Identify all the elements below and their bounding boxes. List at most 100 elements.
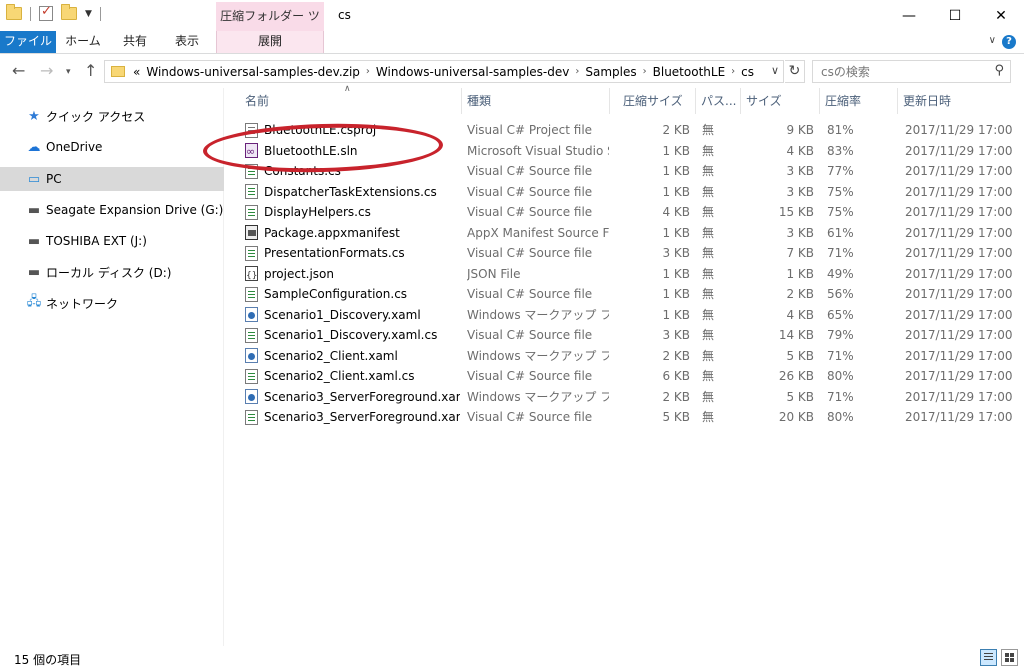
nav-item[interactable]: 🖧 ネットワーク (0, 291, 224, 315)
back-arrow-icon[interactable]: ← (12, 61, 25, 80)
chevron-down-icon[interactable]: ∨ (771, 64, 779, 77)
nav-item-label: Seagate Expansion Drive (G:) (46, 203, 224, 217)
file-name-cell[interactable]: BluetoothLE.csproj (245, 120, 460, 140)
file-name-cell[interactable]: Scenario2_Client.xaml.cs (245, 366, 460, 386)
details-view-icon[interactable] (980, 649, 997, 666)
forward-arrow-icon[interactable]: → (40, 61, 53, 80)
chevron-right-icon[interactable]: › (731, 66, 735, 77)
file-type: Visual C# Source file (467, 328, 593, 342)
breadcrumb-item[interactable]: BluetoothLE (653, 65, 726, 79)
nav-item[interactable]: ▬ TOSHIBA EXT (J:) (0, 229, 224, 253)
modified-date: 2017/11/29 17:00 (905, 328, 1013, 342)
tab-view[interactable]: 表示 (164, 31, 210, 53)
file-row[interactable]: PresentationFormats.cs Visual C# Source f… (240, 243, 1013, 263)
nav-item[interactable]: ☁ OneDrive (0, 135, 224, 159)
file-row[interactable]: Scenario1_Discovery.xaml Windows マークアップ フ… (240, 305, 1013, 325)
column-header-size[interactable]: サイズ (741, 88, 820, 114)
nav-item[interactable]: ▬ Seagate Expansion Drive (G:) (0, 198, 224, 222)
file-csproj-icon (245, 122, 258, 138)
file-type: Visual C# Project file (467, 123, 593, 137)
minimize-button[interactable]: — (886, 0, 932, 31)
new-folder-icon[interactable] (61, 4, 77, 20)
column-header-type[interactable]: 種類 (462, 88, 610, 114)
star-icon: ★ (28, 108, 40, 124)
nav-item-label: TOSHIBA EXT (J:) (46, 234, 147, 248)
file-row[interactable]: Scenario1_Discovery.xaml.cs Visual C# Sou… (240, 325, 1013, 345)
quick-access-toolbar: ▼ (6, 4, 101, 21)
file-row[interactable]: SampleConfiguration.cs Visual C# Source f… (240, 284, 1013, 304)
file-row[interactable]: Scenario2_Client.xaml Windows マークアップ ファイル… (240, 346, 1013, 366)
file-name-cell[interactable]: Constants.cs (245, 161, 460, 181)
tab-share[interactable]: 共有 (112, 31, 158, 53)
help-icon[interactable]: ? (1002, 35, 1016, 49)
file-cs-icon (245, 368, 258, 384)
file-name-cell[interactable]: PresentationFormats.cs (245, 243, 460, 263)
nav-item[interactable]: ★ クイック アクセス (0, 104, 224, 128)
password-protected: 無 (702, 143, 715, 158)
file-row[interactable]: DispatcherTaskExtensions.cs Visual C# Sou… (240, 182, 1013, 202)
chevron-right-icon[interactable]: › (643, 66, 647, 77)
password-protected: 無 (702, 123, 715, 137)
file-row[interactable]: Package.appxmanifest AppX Manifest Source… (240, 223, 1013, 243)
file-name-cell[interactable]: Package.appxmanifest (245, 223, 460, 243)
customize-toolbar-icon[interactable]: ▼ (85, 9, 92, 19)
tab-home[interactable]: ホーム (60, 31, 106, 53)
up-arrow-icon[interactable]: ↑ (84, 61, 97, 80)
file-row[interactable]: DisplayHelpers.cs Visual C# Source file 4 … (240, 202, 1013, 222)
window-title: cs (338, 8, 351, 22)
search-input[interactable] (821, 62, 991, 82)
file-size: 26 KB (778, 369, 814, 383)
search-icon[interactable]: ⚲ (994, 63, 1004, 78)
file-row[interactable]: project.json JSON File 1 KB 無 1 KB 49% 2017/11… (240, 264, 1013, 284)
column-header-password[interactable]: パス... (696, 88, 741, 114)
file-name-cell[interactable]: Scenario3_ServerForeground.xaml (245, 387, 460, 407)
file-name-cell[interactable]: Scenario1_Discovery.xaml.cs (245, 325, 460, 345)
file-name-cell[interactable]: BluetoothLE.sln (245, 141, 460, 161)
file-row[interactable]: BluetoothLE.csproj Visual C# Project file… (240, 120, 1013, 140)
breadcrumb-overflow[interactable]: « (133, 65, 140, 79)
nav-item-label: OneDrive (46, 140, 103, 154)
tab-extract[interactable]: 展開 (216, 31, 324, 53)
breadcrumb-item[interactable]: cs (741, 65, 754, 79)
file-size: 2 KB (786, 287, 814, 301)
nav-item[interactable]: ▬ ローカル ディスク (D:) (0, 260, 224, 284)
column-header-compressed-size[interactable]: 圧縮サイズ (618, 88, 696, 114)
column-header-date[interactable]: 更新日時 (898, 88, 1008, 114)
breadcrumb-item[interactable]: Windows-universal-samples-dev.zip (146, 65, 360, 79)
recent-locations-icon[interactable]: ▾ (66, 67, 71, 77)
properties-icon[interactable] (39, 4, 53, 21)
refresh-icon[interactable]: ↻ (785, 60, 805, 83)
file-name-cell[interactable]: Scenario3_ServerForeground.xaml.cs (245, 407, 460, 427)
title-bar: ▼ 圧縮フォルダー ツール cs — ☐ ✕ (0, 0, 1024, 51)
file-name: Package.appxmanifest (264, 225, 400, 240)
file-cs-icon (245, 245, 258, 261)
column-header-ratio[interactable]: 圧縮率 (820, 88, 898, 114)
file-name-cell[interactable]: SampleConfiguration.cs (245, 284, 460, 304)
file-name-cell[interactable]: Scenario1_Discovery.xaml (245, 305, 460, 325)
collapse-ribbon-icon[interactable]: ∨ (989, 35, 996, 46)
file-name-cell[interactable]: DispatcherTaskExtensions.cs (245, 182, 460, 202)
chevron-right-icon[interactable]: › (575, 66, 579, 77)
file-type: Visual C# Source file (467, 164, 593, 178)
chevron-right-icon[interactable]: › (366, 66, 370, 77)
close-button[interactable]: ✕ (978, 0, 1024, 31)
address-bar[interactable]: « Windows-universal-samples-dev.zip › Wi… (104, 60, 784, 83)
file-name-cell[interactable]: DisplayHelpers.cs (245, 202, 460, 222)
file-name-cell[interactable]: Scenario2_Client.xaml (245, 346, 460, 366)
maximize-button[interactable]: ☐ (932, 0, 978, 31)
file-row[interactable]: Scenario2_Client.xaml.cs Visual C# Source… (240, 366, 1013, 386)
breadcrumb-item[interactable]: Windows-universal-samples-dev (376, 65, 569, 79)
large-icons-view-icon[interactable] (1001, 649, 1018, 666)
modified-date: 2017/11/29 17:00 (905, 143, 1013, 158)
tab-file[interactable]: ファイル (0, 31, 56, 53)
file-row[interactable]: BluetoothLE.sln Microsoft Visual Studio S… (240, 141, 1013, 161)
file-row[interactable]: Constants.cs Visual C# Source file 1 KB 無 3 … (240, 161, 1013, 181)
file-row[interactable]: Scenario3_ServerForeground.xaml Windows マ… (240, 387, 1013, 407)
search-box[interactable]: ⚲ (812, 60, 1011, 83)
file-name-cell[interactable]: project.json (245, 264, 460, 284)
nav-item[interactable]: ▭ PC (0, 167, 224, 191)
column-header-name[interactable]: 名前 (240, 88, 462, 114)
breadcrumb-item[interactable]: Samples (585, 65, 636, 79)
compression-ratio: 49% (827, 266, 854, 281)
file-row[interactable]: Scenario3_ServerForeground.xaml.cs Visual… (240, 407, 1013, 427)
